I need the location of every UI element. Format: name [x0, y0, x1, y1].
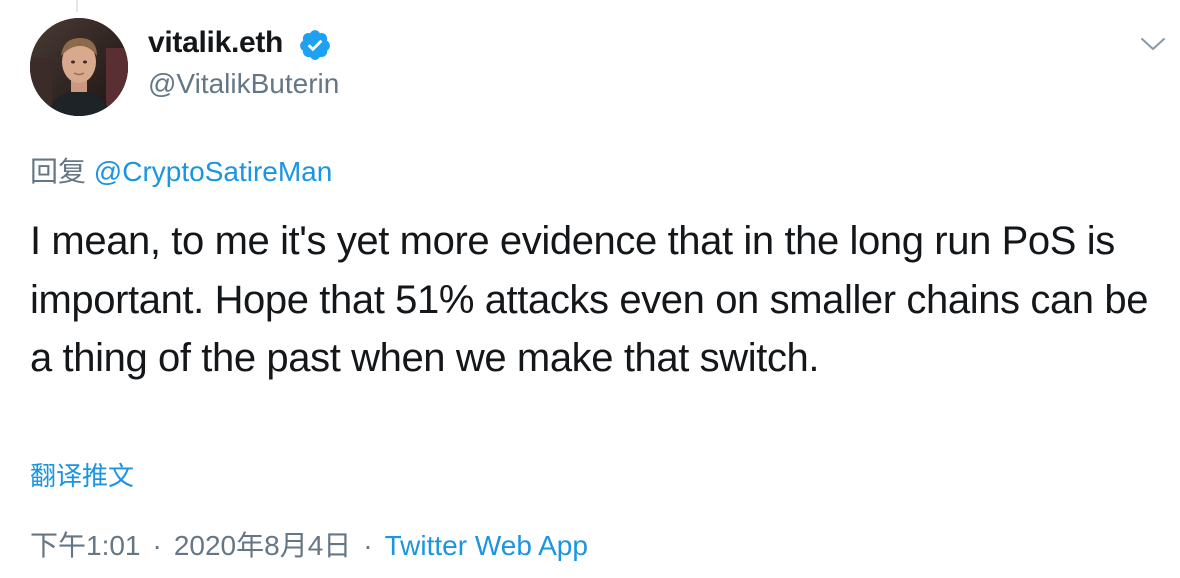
meta-separator: · [363, 530, 373, 561]
translate-tweet-link[interactable]: 翻译推文 [30, 456, 134, 493]
tweet-metadata: 下午1:01 · 2020年8月4日 · Twitter Web App [30, 524, 588, 564]
meta-separator: · [152, 530, 162, 561]
reply-mention-link[interactable]: @CryptoSatireMan [94, 156, 333, 187]
tweet-time[interactable]: 下午1:01 [30, 530, 141, 561]
tweet-date[interactable]: 2020年8月4日 [174, 530, 351, 561]
avatar[interactable] [30, 18, 128, 116]
reply-context: 回复 @CryptoSatireMan [30, 150, 332, 190]
author-handle[interactable]: @VitalikButerin [148, 68, 339, 100]
chevron-down-icon[interactable] [1138, 32, 1168, 56]
author-display-name[interactable]: vitalik.eth [148, 26, 283, 60]
verified-badge-icon [300, 30, 330, 60]
thread-connector-line [76, 0, 78, 12]
tweet-text: I mean, to me it's yet more evidence tha… [30, 219, 1149, 380]
reply-prefix: 回复 [30, 156, 87, 187]
tweet-source-link[interactable]: Twitter Web App [385, 530, 588, 561]
